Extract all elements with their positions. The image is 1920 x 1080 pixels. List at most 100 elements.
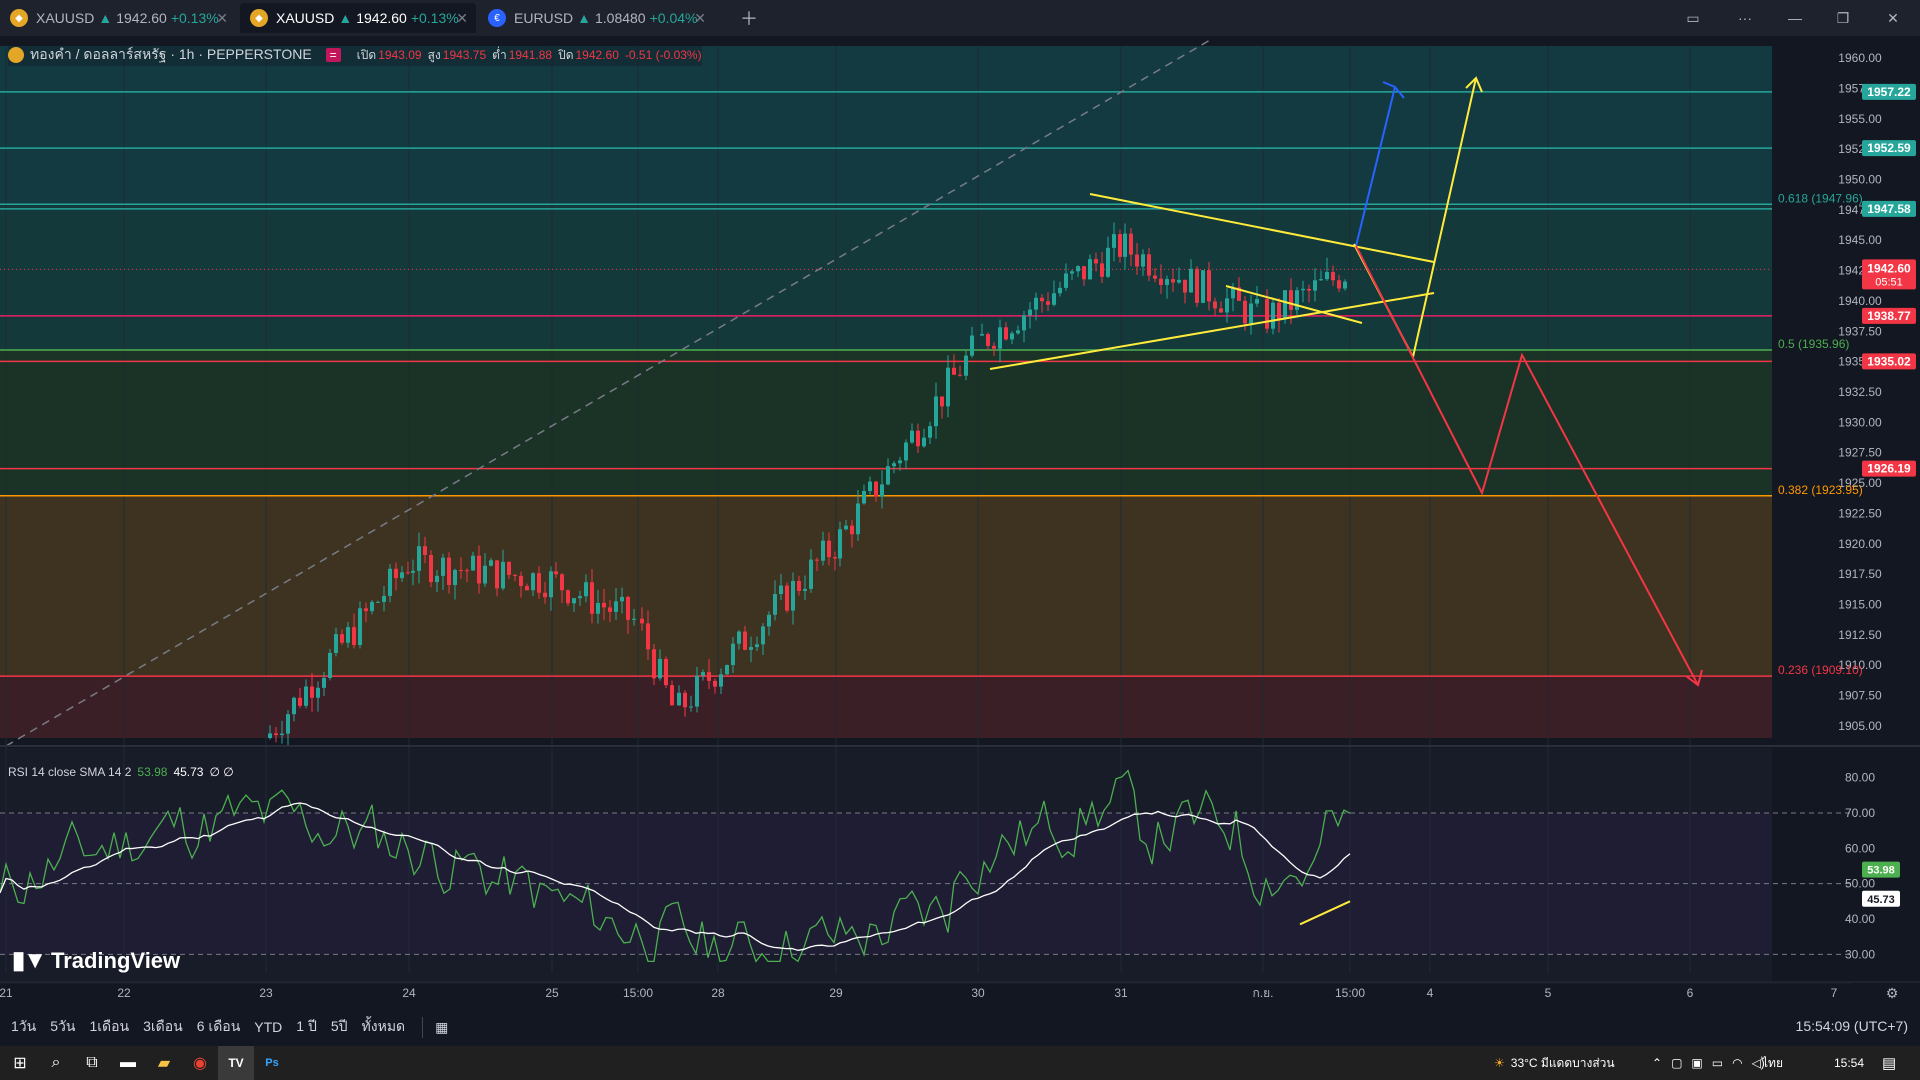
candle-body [1118,234,1122,257]
time-tick-label: 7 [1831,986,1838,1000]
chart-clock[interactable]: 15:54:09 (UTC+7) [1796,1018,1908,1034]
tradingview-logo[interactable]: ▮▼ TradingView [12,946,180,975]
range-ytd[interactable]: YTD [251,1017,285,1037]
candle-body [304,686,308,706]
range-6m[interactable]: 6 เดือน [194,1014,244,1040]
candle-body [1082,266,1086,280]
search-icon[interactable]: ⌕ [38,1046,74,1080]
candle-body [298,697,302,706]
range-1d[interactable]: 1วัน [8,1014,39,1040]
rsi-legend[interactable]: RSI 14 close SMA 14 2 53.98 45.73 ∅ ∅ [8,765,234,779]
tray-app-icon[interactable]: ▢ [1671,1056,1682,1070]
calendar-icon[interactable]: ▦ [422,1016,451,1038]
notification-icon[interactable]: ▤ [1882,1046,1896,1080]
candle-body [340,634,344,643]
rsi-value: 53.98 [137,765,168,779]
candle-body [779,585,783,595]
range-1y[interactable]: 1 ปี [293,1014,320,1040]
battery-icon[interactable]: ▭ [1712,1056,1723,1070]
range-3m[interactable]: 3เดือน [140,1014,186,1040]
fib-level-label: 0.382 (1923.95) [1778,483,1863,497]
candle-body [429,554,433,583]
candle-body [1207,270,1211,302]
candle-body [501,561,505,589]
tray-app-icon-2[interactable]: ▣ [1691,1056,1702,1070]
candle-body [1213,301,1217,309]
range-5y[interactable]: 5ปี [328,1014,351,1040]
candle-body [916,430,920,447]
price-level-label: 1957.22 [1867,85,1911,99]
price-axis[interactable]: 1960.001957.501955.001952.501950.001947.… [1772,36,1920,982]
candle-body [1034,297,1038,310]
candle-body [707,672,711,681]
price-tick-label: 1940.00 [1838,294,1882,308]
range-5d[interactable]: 5วัน [47,1014,78,1040]
date-range-toolbar: 1วัน 5วัน 1เดือน 3เดือน 6 เดือน YTD 1 ปี… [0,1008,1920,1046]
symbol-legend[interactable]: ทองคำ / ดอลลาร์สหรัฐ · 1h · PEPPERSTONE … [8,44,702,66]
candle-body [640,618,644,624]
range-all[interactable]: ทั้งหมด [359,1014,409,1040]
candle-body [910,430,914,443]
tradingview-app-icon[interactable]: TV [218,1046,254,1080]
taskbar-clock[interactable]: 15:54 [1834,1046,1864,1080]
weather-text: 33°C มีแดดบางส่วน [1510,1055,1615,1070]
current-price-label: 1942.60 [1867,261,1911,275]
candle-body [652,649,656,679]
desktop-app-icon[interactable]: ▬ [110,1046,146,1080]
candle-body [358,608,362,645]
candle-body [785,585,789,611]
candle-body [316,687,320,698]
time-tick-label: 29 [829,986,843,1000]
wifi-icon[interactable]: ◠ [1732,1056,1742,1070]
tradingview-wordmark: TradingView [50,947,181,973]
candle-body [833,557,837,559]
candle-body [406,572,410,574]
candle-body [495,560,499,589]
system-tray[interactable]: ⌃ ▢ ▣ ▭ ◠ ◁) [1652,1046,1765,1080]
rsi-tick-label: 60.00 [1845,841,1875,855]
close-label: ปิด [558,47,574,62]
candle-body [1331,272,1335,281]
candle-body [767,614,771,627]
candle-body [964,355,968,376]
range-1m[interactable]: 1เดือน [86,1014,132,1040]
change-value: -0.51 (-0.03%) [624,48,702,62]
rsi-band [0,813,1852,955]
price-chart[interactable]: 1960.001957.501955.001952.501950.001947.… [0,0,1920,1008]
equals-icon[interactable]: = [325,48,341,62]
candle-body [447,557,451,586]
photoshop-icon[interactable]: Ps [254,1046,290,1080]
candle-body [773,594,777,615]
candle-body [554,571,558,575]
candle-body [670,685,674,706]
candle-body [664,658,668,686]
price-tick-label: 1922.50 [1838,506,1882,520]
candle-body [761,626,765,645]
candle-body [286,714,290,734]
candle-body [1325,272,1329,280]
open-label: เปิด [356,47,377,62]
candle-body [1159,278,1163,285]
rsi-indicator-name[interactable]: RSI 14 close SMA 14 2 [8,765,131,779]
weather-widget[interactable]: ☀ 33°C มีแดดบางส่วน [1494,1046,1615,1080]
candle-body [620,596,624,602]
chevron-up-icon[interactable]: ⌃ [1652,1056,1662,1070]
candle-body [1040,297,1044,302]
time-tick-label: 31 [1114,986,1128,1000]
candle-body [1135,254,1139,267]
candle-body [827,540,831,558]
symbol-title[interactable]: ทองคำ / ดอลลาร์สหรัฐ · 1h · PEPPERSTONE [30,44,312,66]
language-indicator[interactable]: ไทย [1762,1046,1783,1080]
candle-body [886,466,890,485]
settings-gear-icon[interactable]: ⚙ [1886,986,1899,1002]
candle-body [465,570,469,572]
windows-start-icon[interactable]: ⊞ [2,1046,38,1080]
candle-body [525,586,529,591]
candle-body [904,442,908,461]
fib-level-label: 0.618 (1947.96) [1778,191,1863,205]
candle-body [590,582,594,614]
file-explorer-icon[interactable]: ▰ [146,1046,182,1080]
chrome-icon[interactable]: ◉ [182,1046,218,1080]
rsi-tick-label: 40.00 [1845,912,1875,926]
task-view-icon[interactable]: ⧉ [74,1046,110,1080]
